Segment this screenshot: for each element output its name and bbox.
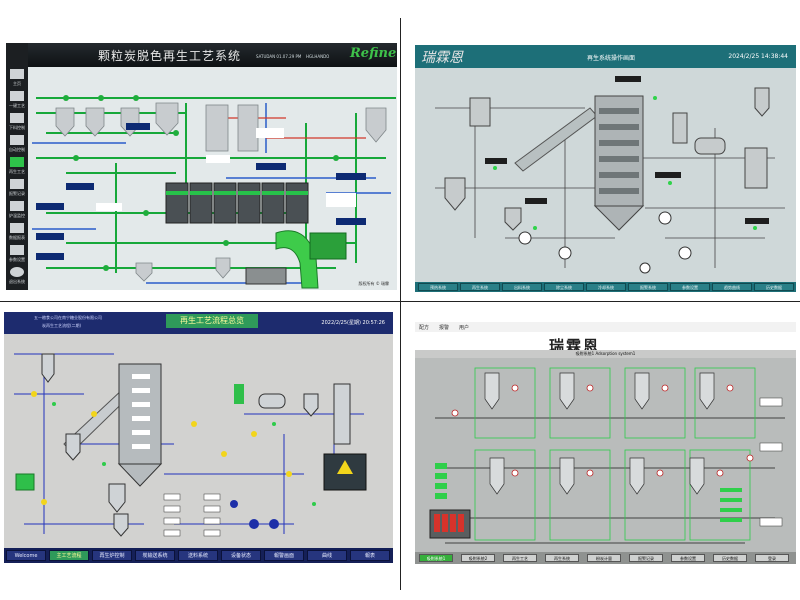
panel-4-menubar: 配方 报警 用户 — [415, 322, 796, 332]
panel-1-sidebar: 主页 一键工艺 下料控制 自动控制 再生工艺 报警记录 炉温监控 数据报表 参数… — [6, 43, 28, 290]
panel-3-title: 再生工艺流程总览 — [166, 314, 258, 328]
nav-button[interactable]: 報表 — [350, 550, 390, 561]
sidebar-item-label[interactable]: 退出系统 — [7, 279, 27, 284]
panel-1-datetime: SATUDAN 01.07.29 PM — [256, 54, 302, 59]
report-icon[interactable] — [10, 223, 24, 233]
nav-button[interactable]: 报警系统 — [628, 283, 668, 291]
panel-3-header-line2: 炭再生工艺流程(二期) — [42, 323, 82, 328]
process-diagram-1 — [28, 67, 397, 290]
menu-item[interactable]: 用户 — [459, 324, 469, 331]
sidebar-item-label[interactable]: 下料控制 — [7, 125, 27, 130]
chart-icon[interactable] — [10, 91, 24, 101]
nav-button[interactable]: 参数设置 — [671, 554, 705, 562]
nav-button-active[interactable]: 主工艺流程 — [49, 550, 89, 561]
nav-button-active[interactable]: 吸附系统1 — [419, 554, 453, 562]
menu-item[interactable]: 报警 — [439, 324, 449, 331]
nav-button[interactable]: 再生系统 — [545, 554, 579, 562]
nav-button[interactable]: 吸附系统2 — [461, 554, 495, 562]
process-diagram-4 — [429, 367, 785, 544]
panel-3-header: 五一粮食公司在南宁糖业股份有限公司 炭再生工艺流程(二期) 再生工艺流程总览 2… — [4, 312, 393, 334]
panel-4-adsorption-system: 配方 报警 用户 瑞霖恩 吸附系统1 Adsorption system1 吸附… — [415, 322, 796, 564]
panel-4-title: 吸附系统1 Adsorption system1 — [415, 350, 796, 358]
nav-button[interactable]: 粉炭计量 — [587, 554, 621, 562]
sidebar-item-label[interactable]: 自动控制 — [7, 147, 27, 152]
panel-1-header: 颗粒炭脱色再生工艺系统 SATUDAN 01.07.29 PM HGLHANDO… — [28, 43, 397, 67]
process-diagram-3 — [14, 353, 367, 537]
nav-button[interactable]: Welcome — [6, 550, 46, 561]
nav-button[interactable]: 再生系统 — [460, 283, 500, 291]
nav-button[interactable]: 登录 — [755, 554, 789, 562]
sidebar-item-label[interactable]: 数据报表 — [7, 235, 27, 240]
sidebar-item-label[interactable]: 炉温监控 — [7, 213, 27, 218]
panel-3-process-overview: 五一粮食公司在南宁糖业股份有限公司 炭再生工艺流程(二期) 再生工艺流程总览 2… — [4, 312, 393, 563]
sidebar-item-label[interactable]: 参数设置 — [7, 257, 27, 262]
nav-button[interactable]: 除尘系统 — [544, 283, 584, 291]
sidebar-item-label[interactable]: 一键工艺 — [7, 103, 27, 108]
hand-icon[interactable] — [10, 245, 24, 255]
process-diagram-2 — [435, 76, 785, 274]
nav-button[interactable]: 再生炉控制 — [92, 550, 132, 561]
nav-button[interactable]: 预热系统 — [418, 283, 458, 291]
nav-button[interactable]: 历史数据 — [754, 283, 794, 291]
panel-2-title: 再生系统操作画面 — [587, 55, 636, 62]
panel-1-carbon-regeneration-scada: 颗粒炭脱色再生工艺系统 SATUDAN 01.07.29 PM HGLHANDO… — [6, 43, 397, 290]
panel-3-time: 2022/2/25(星期) 20:57:26 — [321, 320, 385, 326]
panel-2-time: 2024/2/25 14:38:44 — [728, 53, 788, 60]
nav-button[interactable]: 趋势曲线 — [712, 283, 752, 291]
nav-button[interactable]: 设备状态 — [221, 550, 261, 561]
power-icon[interactable] — [10, 267, 24, 277]
panel-2-navbar: 预热系统 再生系统 出料系统 除尘系统 冷却系统 报警系统 参数设置 趋势曲线 … — [415, 282, 796, 292]
panel-2-regeneration-operation: 瑞霖恩 再生系统操作画面 2024/2/25 14:38:44 预热系统 再生系… — [415, 45, 796, 292]
panel-3-header-line1: 五一粮食公司在南宁糖业股份有限公司 — [34, 315, 102, 320]
home-icon[interactable] — [10, 69, 24, 79]
panel-1-footer: 版权所有 © 瑞霖 — [358, 281, 389, 286]
nav-button[interactable]: 送料系统 — [178, 550, 218, 561]
mail-icon[interactable] — [10, 179, 24, 189]
panel-1-user: HGLHANDO — [306, 54, 330, 59]
nav-button[interactable]: 報警画面 — [264, 550, 304, 561]
nav-button[interactable]: 报警记录 — [629, 554, 663, 562]
nav-button[interactable]: 曲线 — [307, 550, 347, 561]
panel-3-navbar: Welcome 主工艺流程 再生炉控制 炭输送系统 送料系统 设备状态 報警画面… — [4, 548, 393, 563]
sidebar-item-label[interactable]: 报警记录 — [7, 191, 27, 196]
nav-button[interactable]: 再生工艺 — [503, 554, 537, 562]
document-icon[interactable] — [10, 201, 24, 211]
refine-logo: Refine — [350, 46, 397, 61]
panel-4-banner: 瑞霖恩 — [415, 332, 796, 355]
menu-item[interactable]: 配方 — [419, 324, 429, 331]
nav-button[interactable]: 历史数据 — [713, 554, 747, 562]
horizontal-divider — [0, 301, 800, 302]
bars-icon[interactable] — [10, 135, 24, 145]
vertical-divider — [400, 18, 401, 590]
sidebar-item-label[interactable]: 主页 — [7, 81, 27, 86]
panel-4-navbar: 吸附系统1 吸附系统2 再生工艺 再生系统 粉炭计量 报警记录 参数设置 历史数… — [415, 552, 796, 564]
company-logo: 瑞霖恩 — [421, 50, 463, 66]
panel-1-title: 颗粒炭脱色再生工艺系统 — [98, 49, 242, 63]
bars-icon[interactable] — [10, 113, 24, 123]
nav-button[interactable]: 炭输送系统 — [135, 550, 175, 561]
sidebar-item-label[interactable]: 再生工艺 — [7, 169, 27, 174]
bars-icon[interactable] — [10, 157, 24, 167]
panel-2-header: 瑞霖恩 再生系统操作画面 2024/2/25 14:38:44 — [415, 45, 796, 68]
nav-button[interactable]: 出料系统 — [502, 283, 542, 291]
nav-button[interactable]: 参数设置 — [670, 283, 710, 291]
nav-button[interactable]: 冷却系统 — [586, 283, 626, 291]
